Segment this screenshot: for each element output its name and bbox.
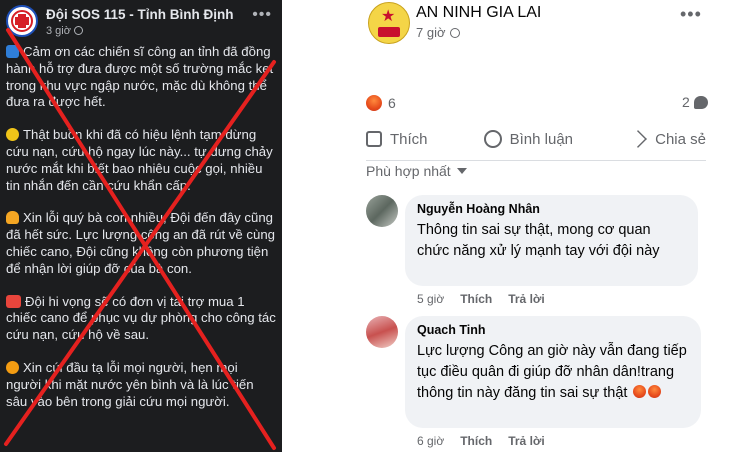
bowing-icon bbox=[6, 360, 19, 374]
angry-emoji-icon bbox=[648, 385, 662, 398]
avatar[interactable] bbox=[366, 316, 398, 348]
left-post-body: Cảm ơn các chiến sĩ công an tỉnh đã đồng… bbox=[6, 44, 276, 426]
pray-icon bbox=[6, 211, 19, 225]
comment-author[interactable]: Quach Tinh bbox=[417, 323, 689, 337]
thumbs-up-icon bbox=[366, 131, 382, 147]
left-post-time: 3 giờ bbox=[46, 25, 83, 37]
angry-emoji-icon bbox=[633, 385, 647, 398]
comment-reply-link[interactable]: Trả lời bbox=[508, 292, 545, 306]
comment-bubble-icon bbox=[693, 95, 708, 109]
more-options-icon[interactable]: ••• bbox=[680, 4, 702, 25]
comment-time[interactable]: 5 giờ bbox=[417, 292, 444, 306]
comment-reply-link[interactable]: Trả lời bbox=[508, 434, 545, 448]
comment-time[interactable]: 6 giờ bbox=[417, 434, 444, 448]
comment-icon bbox=[483, 130, 502, 148]
right-post-panel: ★ AN NINH GIA LAI 7 giờ ••• 6 2 Thích Bì… bbox=[284, 0, 730, 452]
right-post-time: 7 giờ bbox=[416, 25, 460, 40]
post-action-bar: Thích Bình luận Chia sẻ bbox=[366, 122, 706, 156]
comment-sort-dropdown[interactable]: Phù hợp nhất bbox=[366, 163, 467, 179]
comment-meta: 5 giờ Thích Trả lời bbox=[417, 292, 545, 306]
reaction-count: 6 bbox=[388, 95, 396, 111]
comment-like-link[interactable]: Thích bbox=[460, 292, 492, 306]
comment-like-link[interactable]: Thích bbox=[460, 434, 492, 448]
post-paragraph: Thật buồn khi đã có hiệu lệnh tạm dừng c… bbox=[6, 127, 273, 193]
divider bbox=[366, 160, 706, 161]
caret-down-icon bbox=[456, 168, 467, 174]
police-emblem-avatar[interactable]: ★ bbox=[368, 2, 410, 44]
post-paragraph: Xin cúi đầu tạ lỗi mọi người, hẹn mọi ng… bbox=[6, 359, 254, 409]
left-post-panel: Đội SOS 115 - Tỉnh Bình Định 3 giờ ••• C… bbox=[0, 0, 282, 452]
like-button[interactable]: Thích bbox=[366, 131, 428, 148]
right-page-name[interactable]: AN NINH GIA LAI bbox=[416, 4, 541, 22]
sad-face-icon bbox=[6, 128, 19, 142]
sos-page-avatar[interactable] bbox=[6, 5, 38, 37]
reaction-summary[interactable]: 6 bbox=[366, 94, 396, 112]
share-icon bbox=[629, 130, 648, 148]
left-page-name[interactable]: Đội SOS 115 - Tỉnh Bình Định bbox=[46, 7, 234, 22]
comment-button[interactable]: Bình luận bbox=[483, 130, 573, 148]
comment-bubble: Nguyễn Hoàng Nhân Thông tin sai sự thật,… bbox=[405, 195, 698, 286]
post-paragraph: Xin lỗi quý bà con nhiều, Đội đến đây cũ… bbox=[6, 210, 275, 276]
avatar[interactable] bbox=[366, 195, 398, 227]
globe-icon bbox=[73, 26, 83, 35]
post-paragraph: Cảm ơn các chiến sĩ công an tỉnh đã đồng… bbox=[6, 44, 274, 110]
angry-reaction-icon bbox=[366, 95, 382, 111]
comment-author[interactable]: Nguyễn Hoàng Nhân bbox=[417, 202, 686, 216]
share-button[interactable]: Chia sẻ bbox=[629, 130, 706, 148]
post-paragraph: Đội hi vọng sẽ có đơn vị tài trợ mua 1 c… bbox=[6, 293, 276, 343]
comment-meta: 6 giờ Thích Trả lời bbox=[417, 434, 545, 448]
comment-text: Lực lượng Công an giờ này vẫn đang tiếp … bbox=[417, 343, 687, 401]
comment-bubble: Quach Tinh Lực lượng Công an giờ này vẫn… bbox=[405, 316, 701, 428]
globe-icon bbox=[449, 28, 460, 38]
comment-text: Thông tin sai sự thật, mong cơ quan chức… bbox=[417, 222, 660, 259]
left-post-header: Đội SOS 115 - Tỉnh Bình Định 3 giờ ••• bbox=[6, 4, 276, 40]
star-icon: ★ bbox=[381, 8, 396, 25]
sos-icon bbox=[6, 294, 21, 308]
ship-icon bbox=[6, 45, 19, 58]
comment-count[interactable]: 2 bbox=[682, 94, 708, 110]
more-options-icon[interactable]: ••• bbox=[252, 6, 272, 24]
